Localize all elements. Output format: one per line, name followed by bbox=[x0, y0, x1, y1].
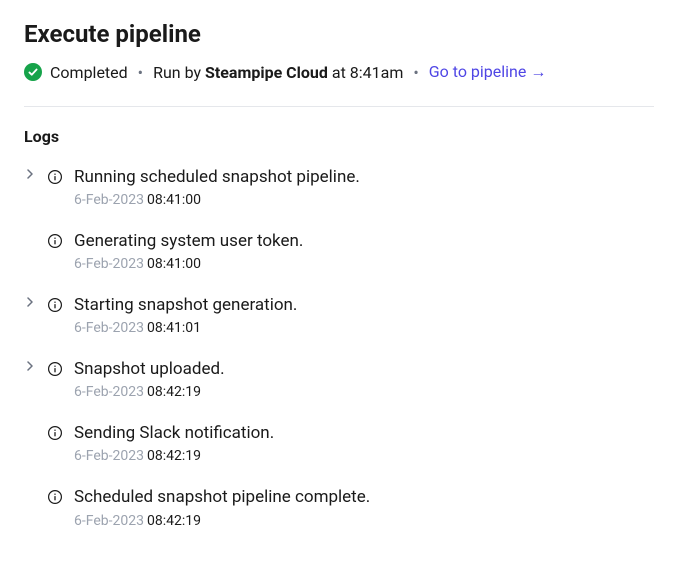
run-by-block: Run by Steampipe Cloud at 8:41am bbox=[153, 63, 403, 82]
status-success-icon bbox=[24, 63, 42, 81]
log-timestamp: 6-Feb-202308:42:19 bbox=[74, 448, 654, 464]
log-date: 6-Feb-2023 bbox=[74, 448, 144, 464]
log-content: Starting snapshot generation. 6-Feb-20230… bbox=[74, 294, 654, 336]
log-entry: Running scheduled snapshot pipeline. 6-Fe… bbox=[24, 166, 654, 208]
status-line: Completed • Run by Steampipe Cloud at 8:… bbox=[24, 62, 654, 107]
run-time-prefix: at bbox=[332, 63, 346, 82]
info-icon bbox=[46, 488, 64, 506]
log-content: Snapshot uploaded. 6-Feb-202308:42:19 bbox=[74, 358, 654, 400]
log-date: 6-Feb-2023 bbox=[74, 384, 144, 400]
log-timestamp: 6-Feb-202308:42:19 bbox=[74, 513, 654, 529]
log-message: Scheduled snapshot pipeline complete. bbox=[74, 486, 654, 508]
run-time: 8:41am bbox=[350, 63, 404, 82]
log-entry: Generating system user token. 6-Feb-20230… bbox=[24, 230, 654, 272]
log-time: 08:42:19 bbox=[147, 448, 201, 464]
info-icon bbox=[46, 168, 64, 186]
log-time: 08:42:19 bbox=[147, 384, 201, 400]
separator: • bbox=[413, 63, 418, 82]
log-message: Snapshot uploaded. bbox=[74, 358, 654, 380]
log-time: 08:41:00 bbox=[147, 192, 201, 208]
log-message: Running scheduled snapshot pipeline. bbox=[74, 166, 654, 188]
log-time: 08:42:19 bbox=[147, 513, 201, 529]
info-icon bbox=[46, 424, 64, 442]
log-entry: Snapshot uploaded. 6-Feb-202308:42:19 bbox=[24, 358, 654, 400]
log-time: 08:41:01 bbox=[147, 320, 201, 336]
status-text: Completed bbox=[50, 63, 128, 82]
log-content: Sending Slack notification. 6-Feb-202308:… bbox=[74, 422, 654, 464]
log-content: Generating system user token. 6-Feb-20230… bbox=[74, 230, 654, 272]
logs-heading: Logs bbox=[24, 127, 654, 146]
run-by-prefix: Run by bbox=[153, 63, 201, 82]
log-entry: Scheduled snapshot pipeline complete. 6-F… bbox=[24, 486, 654, 528]
info-icon bbox=[46, 232, 64, 250]
log-date: 6-Feb-2023 bbox=[74, 320, 144, 336]
info-icon bbox=[46, 296, 64, 314]
log-timestamp: 6-Feb-202308:42:19 bbox=[74, 384, 654, 400]
log-message: Generating system user token. bbox=[74, 230, 654, 252]
log-entry: Starting snapshot generation. 6-Feb-20230… bbox=[24, 294, 654, 336]
go-to-pipeline-link[interactable]: Go to pipeline → bbox=[429, 62, 547, 82]
chevron-right-icon[interactable] bbox=[24, 169, 36, 179]
page-title: Execute pipeline bbox=[24, 20, 654, 48]
separator: • bbox=[138, 63, 143, 82]
run-by-name: Steampipe Cloud bbox=[205, 63, 328, 82]
info-icon bbox=[46, 360, 64, 378]
log-entry: Sending Slack notification. 6-Feb-202308:… bbox=[24, 422, 654, 464]
log-timestamp: 6-Feb-202308:41:00 bbox=[74, 192, 654, 208]
log-date: 6-Feb-2023 bbox=[74, 192, 144, 208]
log-date: 6-Feb-2023 bbox=[74, 256, 144, 272]
log-message: Starting snapshot generation. bbox=[74, 294, 654, 316]
log-content: Scheduled snapshot pipeline complete. 6-F… bbox=[74, 486, 654, 528]
log-date: 6-Feb-2023 bbox=[74, 513, 144, 529]
chevron-right-icon[interactable] bbox=[24, 297, 36, 307]
log-time: 08:41:00 bbox=[147, 256, 201, 272]
chevron-right-icon[interactable] bbox=[24, 361, 36, 371]
log-content: Running scheduled snapshot pipeline. 6-Fe… bbox=[74, 166, 654, 208]
log-timestamp: 6-Feb-202308:41:00 bbox=[74, 256, 654, 272]
log-message: Sending Slack notification. bbox=[74, 422, 654, 444]
log-timestamp: 6-Feb-202308:41:01 bbox=[74, 320, 654, 336]
log-list: Running scheduled snapshot pipeline. 6-Fe… bbox=[24, 166, 654, 529]
